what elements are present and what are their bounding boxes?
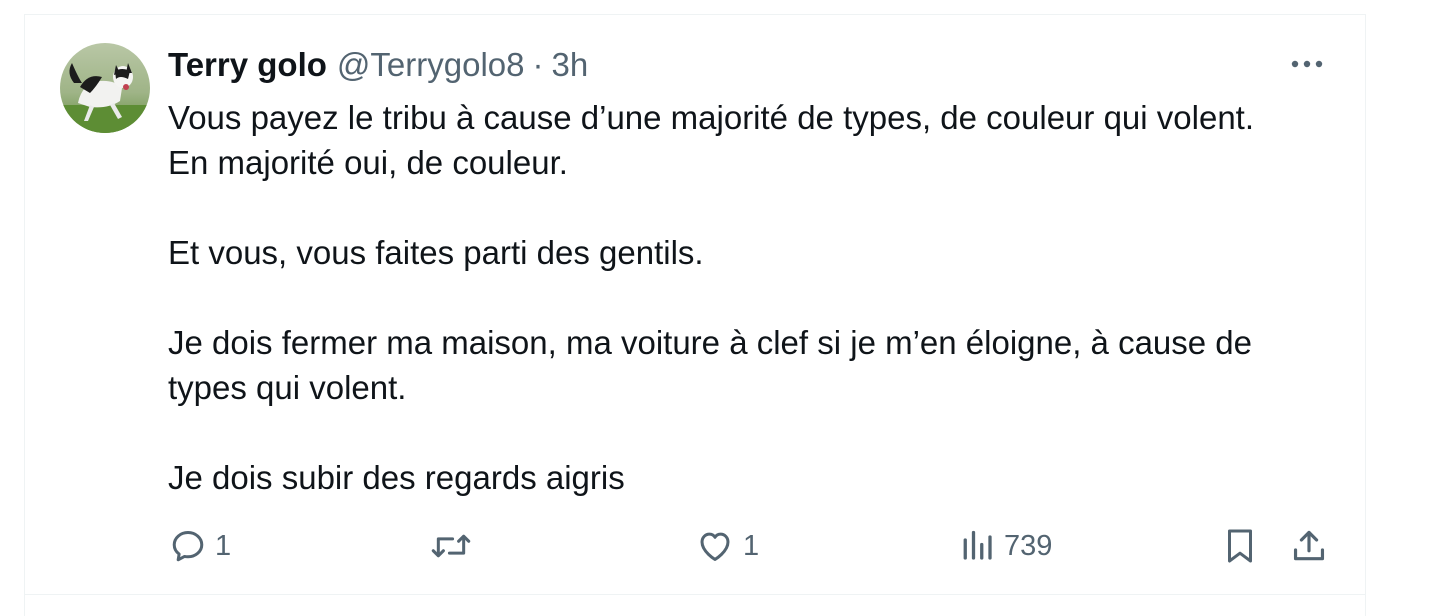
views-button[interactable]: 739 bbox=[960, 524, 1052, 568]
author-name[interactable]: Terry golo bbox=[168, 46, 327, 84]
share-button[interactable] bbox=[1290, 524, 1328, 568]
reply-icon bbox=[172, 531, 204, 562]
tweet-text-line: Vous payez le tribu à cause d’une majori… bbox=[168, 99, 1255, 136]
tweet-timestamp[interactable]: 3h bbox=[552, 46, 589, 84]
tweet-text-line: Et vous, vous faites parti des gentils. bbox=[168, 234, 704, 271]
tweet-actions-bar: 1 1 739 bbox=[0, 524, 1456, 568]
retweet-button[interactable] bbox=[430, 524, 480, 568]
tweet-text-line: Je dois fermer ma maison, ma voiture à c… bbox=[168, 324, 1253, 406]
tweet-header: Terry golo @Terrygolo8 · 3h bbox=[168, 45, 588, 85]
next-tweet-divider bbox=[24, 594, 1366, 616]
like-count: 1 bbox=[743, 529, 760, 562]
share-icon bbox=[1293, 530, 1325, 561]
tweet-text-line: Je dois subir des regards aigris bbox=[168, 459, 625, 496]
more-horizontal-icon bbox=[1291, 60, 1323, 68]
like-button[interactable]: 1 bbox=[695, 524, 759, 568]
more-options-button[interactable] bbox=[1290, 56, 1324, 72]
views-icon bbox=[963, 530, 992, 560]
header-separator: · bbox=[532, 46, 544, 83]
reply-count: 1 bbox=[215, 529, 232, 562]
author-handle[interactable]: @Terrygolo8 bbox=[337, 46, 525, 84]
bookmark-icon bbox=[1228, 529, 1252, 563]
tweet-text: Vous payez le tribu à cause d’une majori… bbox=[168, 95, 1328, 500]
retweet-icon bbox=[431, 534, 471, 558]
dog-avatar-icon bbox=[60, 43, 150, 133]
heart-icon bbox=[700, 532, 730, 561]
views-count: 739 bbox=[1004, 529, 1053, 562]
reply-button[interactable]: 1 bbox=[169, 524, 231, 568]
author-avatar[interactable] bbox=[60, 43, 150, 133]
tweet-text-line: En majorité oui, de couleur. bbox=[168, 144, 568, 181]
bookmark-button[interactable] bbox=[1222, 524, 1258, 568]
